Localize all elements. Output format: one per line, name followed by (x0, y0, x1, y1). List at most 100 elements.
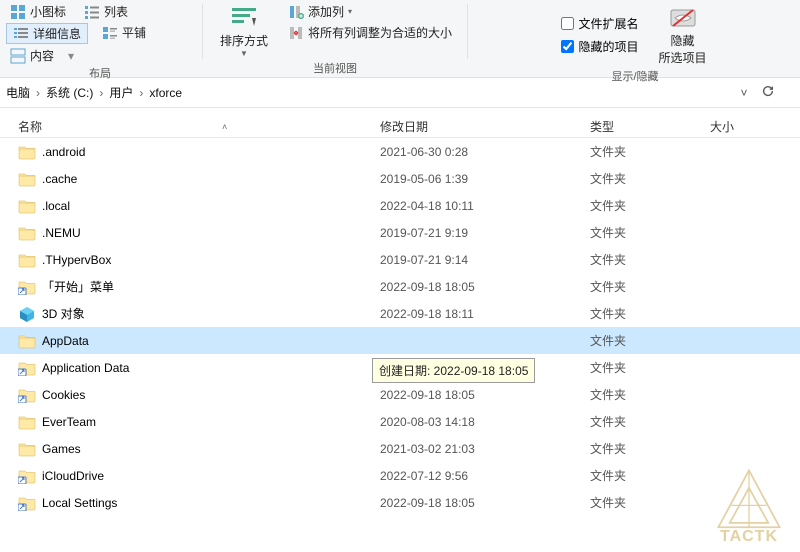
label: 平铺 (122, 24, 146, 41)
breadcrumb-segment[interactable]: 系统 (C:) (44, 82, 95, 103)
hide-selected-button[interactable]: 隐藏 所选项目 (653, 2, 713, 68)
folder-shortcut-icon (18, 279, 36, 295)
tiles-icon (102, 25, 118, 41)
cell-name: Application Data (18, 360, 380, 376)
file-name: .cache (42, 172, 77, 186)
cell-type: 文件夹 (590, 251, 710, 268)
table-row[interactable]: .NEMU2019-07-21 9:19文件夹 (0, 219, 800, 246)
view-content-button[interactable]: 内容 (6, 46, 58, 65)
cell-name: .THypervBox (18, 252, 380, 268)
cell-name: AppData (18, 333, 380, 349)
fit-columns-button[interactable]: 将所有列调整为合适的大小 (284, 23, 456, 42)
history-dropdown-button[interactable]: ˅ (732, 81, 756, 105)
cell-type: 文件夹 (590, 143, 710, 160)
checkbox-input[interactable] (561, 40, 574, 53)
view-list-button[interactable]: 列表 (80, 2, 132, 21)
breadcrumb-segment[interactable]: xforce (147, 84, 184, 102)
sort-by-button[interactable]: 排序方式 ▼ (214, 2, 274, 60)
file-name: Cookies (42, 388, 85, 402)
refresh-button[interactable] (756, 81, 780, 105)
refresh-icon (761, 84, 775, 101)
tooltip-text: 创建日期: 2022-09-18 18:05 (379, 364, 528, 378)
folder-shortcut-icon (18, 495, 36, 511)
folder-shortcut-icon (18, 468, 36, 484)
cell-date: 2019-05-06 1:39 (380, 172, 590, 186)
add-column-icon (288, 4, 304, 20)
cell-type: 文件夹 (590, 467, 710, 484)
cell-type: 文件夹 (590, 170, 710, 187)
group-label: 布局 (89, 65, 111, 81)
table-row[interactable]: Local Settings 2022-09-18 18:05文件夹 (0, 489, 800, 516)
cell-name: Cookies (18, 387, 380, 403)
hidden-items-checkbox[interactable]: 隐藏的项目 (557, 37, 642, 56)
table-row[interactable]: EverTeam2020-08-03 14:18文件夹 (0, 408, 800, 435)
cell-name: 3D 对象 (18, 305, 380, 322)
table-row[interactable]: Cookies2022-09-18 18:05文件夹 (0, 381, 800, 408)
folder-icon (18, 225, 36, 241)
table-row[interactable]: .cache 2019-05-06 1:39文件夹 (0, 165, 800, 192)
file-name: .THypervBox (42, 253, 111, 267)
cell-type: 文件夹 (590, 494, 710, 511)
table-row[interactable]: Games2021-03-02 21:03文件夹 (0, 435, 800, 462)
content-icon (10, 48, 26, 64)
breadcrumb[interactable]: 电脑›系统 (C:)›用户›xforce (4, 82, 732, 103)
list-icon (84, 4, 100, 20)
cell-name: iCloudDrive (18, 468, 380, 484)
file-list: .android2021-06-30 0:28文件夹 .cache 2019-05-… (0, 138, 800, 516)
ribbon-group-show-hide: 文件扩展名 隐藏的项目 隐藏 所选项目 显示/隐藏 (470, 0, 800, 77)
cell-date: 2019-07-21 9:14 (380, 253, 590, 267)
view-tiles-button[interactable]: 平铺 (98, 23, 150, 42)
cell-type: 文件夹 (590, 332, 710, 349)
chevron-down-icon: ˅ (740, 86, 747, 100)
column-header-date[interactable]: 修改日期 (380, 118, 590, 135)
column-header-name[interactable]: 名称 ˄ (0, 118, 380, 135)
view-details-button[interactable]: 详细信息 (6, 23, 88, 44)
table-row[interactable]: AppData 文件夹 (0, 327, 800, 354)
view-small-icons-button[interactable]: 小图标 (6, 2, 70, 21)
table-row[interactable]: 3D 对象2022-09-18 18:11文件夹 (0, 300, 800, 327)
overflow-icon[interactable]: ▾ (68, 49, 74, 63)
label: 小图标 (30, 3, 66, 20)
breadcrumb-segment[interactable]: 电脑 (4, 82, 32, 103)
cell-type: 文件夹 (590, 413, 710, 430)
column-header-size[interactable]: 大小 (710, 118, 800, 135)
cell-date: 2022-09-18 18:05 (380, 496, 590, 510)
file-ext-checkbox[interactable]: 文件扩展名 (557, 14, 642, 33)
fit-columns-icon (288, 25, 304, 41)
folder-shortcut-icon (18, 360, 36, 376)
cell-name: Games (18, 441, 380, 457)
table-row[interactable]: iCloudDrive2022-07-12 9:56文件夹 (0, 462, 800, 489)
separator (467, 4, 468, 59)
ribbon: 小图标 列表 详细信息 平铺 内容 ▾ 布局 (0, 0, 800, 78)
file-name: Local Settings (42, 496, 117, 510)
folder-icon (18, 252, 36, 268)
cell-name: .local (18, 198, 380, 214)
label: 隐藏 所选项目 (659, 32, 707, 66)
table-row[interactable]: .local2022-04-18 10:11文件夹 (0, 192, 800, 219)
cell-type: 文件夹 (590, 278, 710, 295)
label: 内容 (30, 47, 54, 64)
cell-name: 「开始」菜单 (18, 278, 380, 295)
cell-name: EverTeam (18, 414, 380, 430)
table-row[interactable]: .android2021-06-30 0:28文件夹 (0, 138, 800, 165)
table-row[interactable]: 「开始」菜单2022-09-18 18:05文件夹 (0, 273, 800, 300)
add-column-button[interactable]: 添加列 ▾ (284, 2, 456, 21)
folder-icon (18, 414, 36, 430)
file-name: EverTeam (42, 415, 96, 429)
label: 详细信息 (33, 25, 81, 42)
chevron-right-icon: › (99, 86, 103, 100)
folder-icon (18, 441, 36, 457)
cell-date: 2022-09-18 18:05 (380, 388, 590, 402)
column-headers: 名称 ˄ 修改日期 类型 大小 (0, 108, 800, 138)
file-name: Application Data (42, 361, 129, 375)
chevron-right-icon: › (36, 86, 40, 100)
chevron-down-icon: ▼ (240, 49, 248, 58)
cell-date: 2022-09-18 18:05 (380, 280, 590, 294)
checkbox-input[interactable] (561, 17, 574, 30)
breadcrumb-segment[interactable]: 用户 (107, 82, 135, 103)
label: 排序方式 (220, 32, 268, 49)
group-label: 当前视图 (313, 60, 357, 76)
cell-date: 2019-07-21 9:19 (380, 226, 590, 240)
column-header-type[interactable]: 类型 (590, 118, 710, 135)
table-row[interactable]: .THypervBox 2019-07-21 9:14文件夹 (0, 246, 800, 273)
